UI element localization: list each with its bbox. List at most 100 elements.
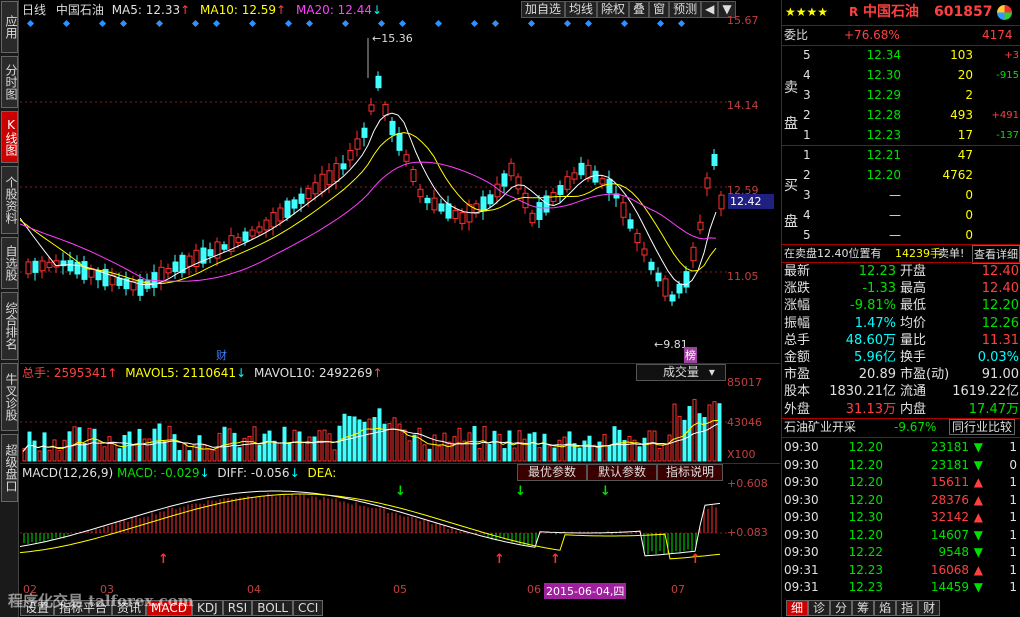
tick-count: 1	[1009, 545, 1017, 559]
tab-rsi[interactable]: RSI	[222, 600, 253, 616]
cursor-date: 2015-06-04,四	[544, 583, 627, 599]
volume-bar	[47, 449, 52, 462]
tab-kdj[interactable]: KDJ	[192, 600, 223, 616]
level-volume: 493	[950, 108, 973, 122]
level-number: 4	[803, 208, 811, 222]
volume-bar	[92, 428, 97, 462]
candle-body	[410, 169, 417, 182]
rank-marker[interactable]: 榜	[684, 347, 697, 363]
app-logo-icon[interactable]	[997, 5, 1012, 20]
tab-diagnose[interactable]: 诊	[808, 600, 831, 616]
volume-bar	[562, 436, 567, 462]
sector-change: -9.67%	[894, 420, 937, 434]
volume-bar	[402, 429, 407, 462]
tab-chips[interactable]: 筹	[852, 600, 875, 616]
candle-body	[396, 133, 403, 151]
candlestick-plot[interactable]: ←15.36 ←9.81	[20, 18, 727, 363]
buy-level: 1 12.21 47	[782, 147, 1020, 164]
volume-bar	[537, 447, 542, 462]
chevron-down-icon[interactable]: ◀	[701, 1, 719, 18]
event-marker	[284, 19, 293, 28]
ma-button[interactable]: 均线	[565, 1, 598, 18]
stat-value: 12.23	[858, 264, 896, 279]
left-tab[interactable]: 自选股	[1, 237, 18, 289]
left-tab[interactable]: K线图	[1, 111, 18, 163]
ma10-value: MA10: 12.59	[200, 3, 277, 17]
finance-marker[interactable]: 财	[216, 347, 227, 363]
volume-bar	[117, 448, 122, 462]
volume-bar	[262, 433, 267, 462]
buy-level: 4 — 0	[782, 207, 1020, 224]
volume-bar	[712, 401, 717, 462]
sell-level: 1 12.23 17 -137	[782, 127, 1020, 144]
arrow-down-icon: ▼	[973, 545, 983, 559]
event-marker	[98, 19, 107, 28]
indicator-help-button[interactable]: 指标说明	[657, 464, 724, 481]
volume-bar	[662, 443, 667, 462]
left-tab[interactable]: 综合排名	[1, 292, 18, 360]
volume-bar	[512, 447, 517, 462]
left-tab[interactable]: 超级盘口	[1, 434, 18, 502]
stat-row: 外盘 31.13万 内盘 17.47万	[782, 401, 1020, 418]
event-marker	[677, 19, 686, 28]
volume-bar	[212, 449, 217, 462]
arrow-up-icon: ▲	[973, 475, 983, 489]
left-tab[interactable]: 分时图	[1, 56, 18, 108]
window-button[interactable]: 窗	[649, 1, 670, 18]
sector-name[interactable]: 石油矿业开采	[784, 419, 856, 436]
notice-tail: 卖单!	[938, 247, 965, 260]
price-tick: 14.14	[727, 99, 759, 112]
tab-index[interactable]: 指	[896, 600, 919, 616]
candle-body	[536, 202, 543, 220]
left-tab[interactable]: 牛叉诊股	[1, 363, 18, 431]
volume-bar	[52, 439, 57, 462]
volume-plot[interactable]	[20, 381, 727, 463]
stat-value: 12.26	[981, 315, 1019, 331]
level-number: 5	[803, 228, 811, 242]
exright-button[interactable]: 除权	[597, 1, 630, 18]
tab-flame[interactable]: 焰	[874, 600, 897, 616]
volume-bar	[582, 440, 587, 462]
candle-body	[333, 163, 340, 182]
tick-price: 12.20	[848, 527, 883, 542]
kline-chart-area[interactable]: 日线 中国石油 MA5: 12.33 ↑ MA10: 12.59 ↑ MA20: 1…	[20, 0, 780, 600]
tick-time: 09:31	[784, 580, 819, 594]
volume-bar	[132, 444, 137, 462]
tab-price[interactable]: 分	[830, 600, 853, 616]
candle-body	[438, 203, 445, 212]
chart-toolbar: 加自选 均线 除权叠窗预测 ◀ ▼	[521, 1, 736, 18]
tab-finance[interactable]: 财	[918, 600, 941, 616]
tab-cci[interactable]: CCI	[293, 600, 324, 616]
tick-price: 12.20	[848, 440, 883, 454]
macd-toolbar: 最优参数 默认参数 指标说明	[517, 464, 724, 481]
candle-body	[81, 261, 88, 280]
volume-bar	[607, 445, 612, 462]
left-tab[interactable]: 个股资料	[1, 166, 18, 234]
volume-bar	[37, 450, 42, 462]
best-params-button[interactable]: 最优参数	[517, 464, 588, 481]
macd-value: MACD: -0.029	[116, 466, 200, 480]
month-tick: 06	[527, 583, 541, 596]
macd-plot[interactable]: ↑ ↓ ↑ ↓ ↑ ↓ ↑	[20, 481, 727, 581]
forecast-button[interactable]: 预测	[669, 1, 702, 18]
indicator-select[interactable]: 成交量 ▾	[636, 364, 726, 381]
volume-bar	[352, 416, 357, 462]
left-tab[interactable]: 应用	[1, 1, 18, 53]
tab-boll[interactable]: BOLL	[252, 600, 294, 616]
add-watchlist-button[interactable]: 加自选	[521, 1, 566, 18]
volume-bar	[392, 417, 397, 462]
volume-bar	[557, 439, 562, 462]
candle-body	[627, 219, 634, 229]
volume-bar	[127, 431, 132, 462]
volume-bar	[597, 441, 602, 462]
stock-name: 中国石油	[863, 4, 919, 20]
default-params-button[interactable]: 默认参数	[587, 464, 658, 481]
candle-body	[641, 248, 648, 256]
tab-detail[interactable]: 细	[786, 600, 809, 616]
month-tick: 07	[671, 583, 685, 596]
volume-unit: X100	[727, 448, 756, 461]
volume-bar	[97, 440, 102, 462]
level-number: 2	[803, 108, 811, 122]
industry-compare-button[interactable]: 同行业比较	[949, 419, 1016, 435]
overlay-button[interactable]: 叠	[629, 1, 650, 18]
